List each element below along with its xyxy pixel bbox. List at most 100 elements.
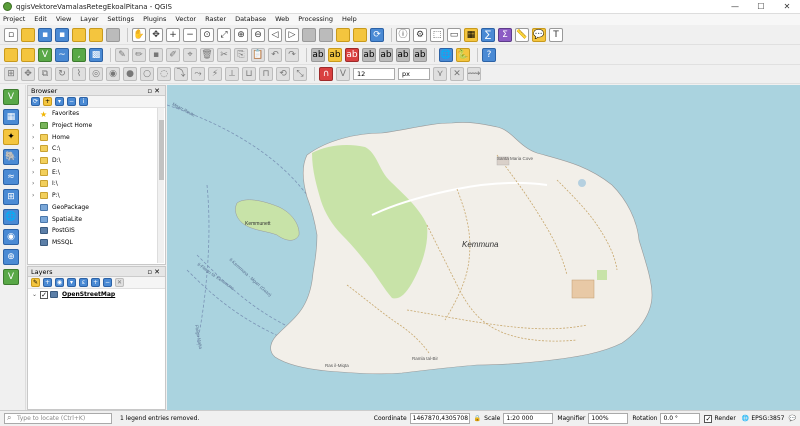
field-calculator-icon[interactable]: ∑ — [481, 27, 495, 42]
menu-vector[interactable]: Vector — [175, 14, 196, 25]
add-group-icon[interactable]: + — [43, 278, 52, 287]
vertex-tool-icon[interactable]: ⌖ — [183, 47, 197, 62]
browser-item-drive-c[interactable]: › C:\ — [28, 143, 165, 155]
crs-label[interactable]: EPSG:3857 — [751, 415, 784, 422]
paste-features-icon[interactable]: 📋 — [251, 47, 265, 62]
copy-move-feature-icon[interactable]: ⧉ — [38, 67, 52, 81]
refresh-icon[interactable]: ⟳ — [370, 27, 384, 42]
coordinate-field[interactable]: 1467870,4305708 — [409, 413, 470, 424]
offset-point-symbols-icon[interactable]: ⤡ — [293, 67, 307, 81]
add-raster-side-icon[interactable]: ▦ — [3, 109, 19, 125]
label-toolbar-icon[interactable]: ab — [311, 47, 325, 62]
menu-edit[interactable]: Edit — [34, 14, 47, 25]
show-bookmarks-icon[interactable] — [353, 27, 367, 42]
render-checkbox[interactable]: ✓ — [704, 414, 713, 423]
menu-raster[interactable]: Raster — [205, 14, 226, 25]
add-wcs-side-icon[interactable]: ⊞ — [3, 189, 19, 205]
identify-icon[interactable]: ⓘ — [396, 27, 410, 42]
zoom-layer-icon[interactable]: ⊖ — [251, 27, 265, 42]
map-canvas[interactable]: Kemmuna Kemmunett Santa Maria Cove Mgarr… — [167, 85, 800, 410]
change-label-icon[interactable]: ab — [413, 47, 427, 62]
add-csv-layer-icon[interactable]: , — [72, 47, 86, 62]
add-mesh-layer-icon[interactable]: ▩ — [89, 47, 103, 62]
delete-selected-icon[interactable]: 🗑 — [200, 47, 214, 62]
browser-item-spatialite[interactable]: SpatiaLite — [28, 213, 165, 225]
browser-item-drive-p[interactable]: › P:\ — [28, 190, 165, 202]
measure-icon[interactable]: 📏 — [515, 27, 529, 42]
snapping-mode-icon[interactable]: V — [336, 67, 350, 81]
browser-item-drive-i[interactable]: › I:\ — [28, 178, 165, 190]
new-project-icon[interactable]: ▫ — [4, 27, 18, 42]
browser-item-project-home[interactable]: › Project Home — [28, 120, 165, 132]
browser-item-mssql[interactable]: MSSQL — [28, 237, 165, 249]
add-wfs-side-icon[interactable]: ≈ — [3, 169, 19, 185]
plugin-manager-icon[interactable]: 🌐 — [439, 47, 453, 62]
zoom-next-icon[interactable]: ▷ — [285, 27, 299, 42]
menu-processing[interactable]: Processing — [298, 14, 333, 25]
open-project-icon[interactable] — [21, 27, 35, 42]
zoom-native-icon[interactable]: ⊙ — [200, 27, 214, 42]
add-spatialite-side-icon[interactable]: ✦ — [3, 129, 19, 145]
add-selected-layers-icon[interactable]: + — [43, 97, 52, 106]
expand-all-icon[interactable]: + — [91, 278, 100, 287]
menu-settings[interactable]: Settings — [107, 14, 134, 25]
split-features-icon[interactable]: ⚡ — [208, 67, 222, 81]
offset-curve-icon[interactable]: ⤳ — [191, 67, 205, 81]
menu-web[interactable]: Web — [275, 14, 289, 25]
browser-item-favorites[interactable]: ★ Favorites — [28, 108, 165, 120]
layer-visibility-checkbox[interactable]: ✓ — [40, 290, 48, 299]
add-postgis-side-icon[interactable]: 🐘 — [3, 149, 19, 165]
fill-ring-icon[interactable]: ● — [123, 67, 137, 81]
remove-layer-icon[interactable]: ✕ — [115, 278, 124, 287]
save-layer-edits-icon[interactable]: ▪ — [149, 47, 163, 62]
actions-icon[interactable]: ⚙ — [413, 27, 427, 42]
rotate-feature-icon[interactable]: ↻ — [55, 67, 69, 81]
map-svg[interactable]: Kemmuna Kemmunett Santa Maria Cove Mgarr… — [167, 85, 800, 410]
snapping-magnet-icon[interactable]: ∩ — [319, 67, 333, 81]
new-map-view-icon[interactable] — [302, 27, 316, 42]
reshape-features-icon[interactable]: ⤵ — [174, 67, 188, 81]
refresh-browser-icon[interactable]: ⟳ — [31, 97, 40, 106]
browser-panel-controls[interactable]: ▫✕ — [147, 87, 162, 95]
data-source-manager-icon[interactable] — [4, 47, 18, 62]
layer-openstreetmap[interactable]: ⌄ ✓ OpenStreetMap — [28, 289, 165, 301]
statistics-icon[interactable]: Σ — [498, 27, 512, 42]
browser-scrollbar[interactable] — [157, 108, 164, 263]
close-button[interactable]: ✕ — [774, 0, 800, 14]
add-arcgis-side-icon[interactable]: ◉ — [3, 229, 19, 245]
delete-part-icon[interactable]: ◌ — [157, 67, 171, 81]
move-label-icon[interactable]: ab — [379, 47, 393, 62]
tracing-icon[interactable]: ⟿ — [467, 67, 481, 81]
deselect-icon[interactable]: ▭ — [447, 27, 461, 42]
new-geopackage-layer-icon[interactable] — [21, 47, 35, 62]
layer-labeling-icon[interactable]: ab — [328, 47, 342, 62]
collapse-all-icon[interactable]: − — [67, 97, 76, 106]
new-3d-view-icon[interactable] — [319, 27, 333, 42]
merge-features-icon[interactable]: ⊔ — [242, 67, 256, 81]
pan-to-selection-icon[interactable]: ✥ — [149, 27, 163, 42]
snap-unit-select[interactable]: px — [398, 68, 430, 80]
save-as-icon[interactable]: ▪ — [55, 27, 69, 42]
magnifier-spinbox[interactable]: 100% — [588, 413, 629, 424]
collapse-all-layers-icon[interactable]: − — [103, 278, 112, 287]
snap-tolerance-input[interactable]: 12 — [353, 68, 395, 80]
zoom-last-icon[interactable]: ◁ — [268, 27, 282, 42]
pin-labels-icon[interactable]: ab — [345, 47, 359, 62]
select-features-icon[interactable]: ⬚ — [430, 27, 444, 42]
zoom-full-icon[interactable]: ⤢ — [217, 27, 231, 42]
add-wms-layer-icon[interactable]: ~ — [55, 47, 69, 62]
locator-search-input[interactable]: Type to locate (Ctrl+K) — [4, 413, 112, 424]
python-console-icon[interactable]: 🐍 — [456, 47, 470, 62]
simplify-feature-icon[interactable]: ⌇ — [72, 67, 86, 81]
filter-legend-icon[interactable]: ▾ — [67, 278, 76, 287]
zoom-out-icon[interactable]: − — [183, 27, 197, 42]
new-print-layout-icon[interactable] — [72, 27, 86, 42]
add-virtual-layer-side-icon[interactable]: V — [3, 269, 19, 285]
add-ring-icon[interactable]: ◎ — [89, 67, 103, 81]
lock-icon[interactable]: 🔒 — [474, 415, 481, 422]
zoom-selection-icon[interactable]: ⊕ — [234, 27, 248, 42]
save-project-icon[interactable]: ▪ — [38, 27, 52, 42]
browser-scroll-thumb[interactable] — [159, 120, 164, 180]
show-hide-labels-icon[interactable]: ab — [362, 47, 376, 62]
attribute-table-icon[interactable]: ▦ — [464, 27, 478, 42]
